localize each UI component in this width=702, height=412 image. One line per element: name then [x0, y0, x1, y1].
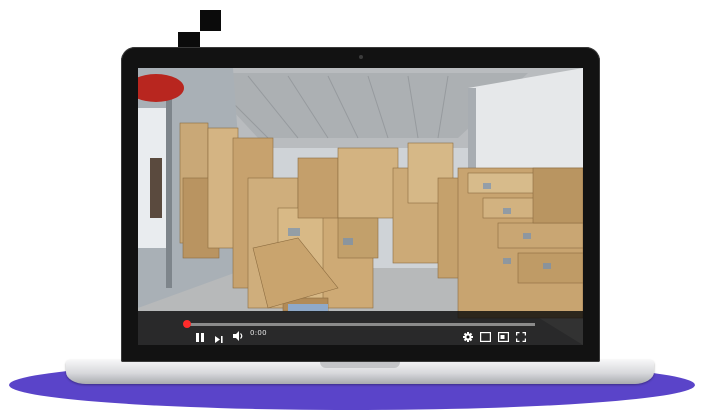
gear-icon[interactable]	[463, 329, 473, 347]
video-player[interactable]	[138, 68, 583, 345]
next-icon[interactable]	[215, 330, 223, 348]
video-frame-warehouse	[138, 68, 583, 345]
time-display: 0:00	[250, 329, 267, 337]
pause-icon[interactable]	[196, 329, 204, 347]
fullscreen-icon[interactable]	[515, 329, 527, 347]
theater-mode-icon[interactable]	[498, 329, 510, 347]
webcam	[359, 55, 363, 59]
progress-scrubber-handle[interactable]	[183, 320, 191, 328]
progress-bar[interactable]	[186, 323, 535, 326]
decorative-square-top	[200, 10, 221, 31]
volume-icon[interactable]	[233, 328, 244, 346]
miniplayer-icon[interactable]	[480, 329, 492, 347]
